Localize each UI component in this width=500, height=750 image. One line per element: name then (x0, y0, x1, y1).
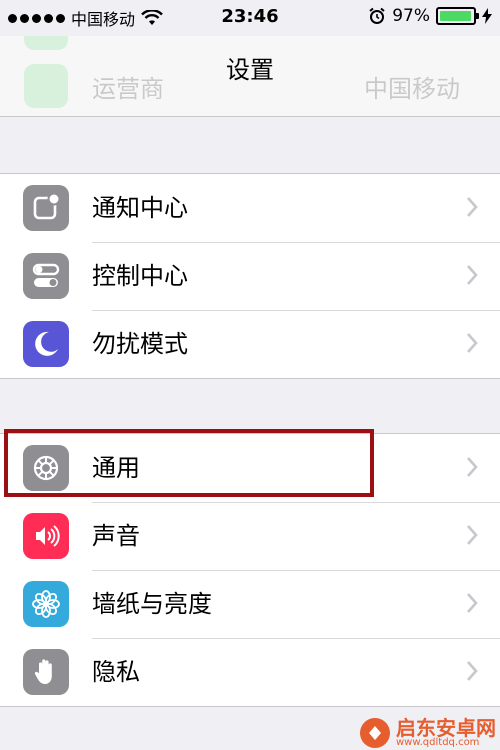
settings-row-control-center[interactable]: 控制中心 (0, 242, 500, 310)
moon-icon (23, 321, 69, 367)
chevron-right-icon (467, 197, 478, 217)
settings-row-label: 勿扰模式 (92, 330, 188, 358)
control-center-icon (23, 253, 69, 299)
settings-row-label: 声音 (92, 522, 140, 550)
settings-row-label: 墙纸与亮度 (92, 590, 212, 618)
speaker-icon (23, 513, 69, 559)
settings-row-wallpaper-brightness[interactable]: 墙纸与亮度 (0, 570, 500, 638)
settings-row-label: 隐私 (92, 658, 140, 686)
settings-row-label: 通知中心 (92, 194, 188, 222)
settings-row-privacy[interactable]: 隐私 (0, 638, 500, 706)
battery-percent: 97% (392, 6, 430, 26)
watermark-logo-icon (360, 718, 390, 748)
ghost-icon-top (24, 36, 68, 50)
chevron-right-icon (467, 661, 478, 681)
status-bar: 中国移动 23:46 97% (0, 0, 500, 36)
notification-center-icon (23, 185, 69, 231)
settings-group-1: 通知中心 控制中心 勿扰模式 (0, 173, 500, 379)
watermark-url: www.qdltdq.com (396, 737, 480, 748)
watermark-text: 启东安卓网 www.qdltdq.com (396, 718, 496, 748)
battery-fill (440, 11, 472, 21)
navigation-bar: 运营商 中国移动 设置 (0, 36, 500, 117)
alarm-icon (369, 7, 385, 24)
settings-row-label: 控制中心 (92, 262, 188, 290)
chevron-right-icon (467, 265, 478, 285)
watermark-title: 启东安卓网 (396, 716, 496, 740)
chevron-right-icon (467, 457, 478, 477)
charging-icon (482, 8, 492, 24)
chevron-right-icon (467, 333, 478, 353)
hand-icon (23, 649, 69, 695)
highlight-box (4, 429, 374, 497)
watermark: 启东安卓网 www.qdltdq.com (360, 718, 496, 748)
flower-icon (23, 581, 69, 627)
battery-icon (436, 7, 479, 25)
chevron-right-icon (467, 525, 478, 545)
chevron-right-icon (467, 593, 478, 613)
status-right: 97% (368, 6, 492, 26)
settings-row-do-not-disturb[interactable]: 勿扰模式 (0, 310, 500, 378)
settings-row-notification-center[interactable]: 通知中心 (0, 174, 500, 242)
settings-row-sounds[interactable]: 声音 (0, 502, 500, 570)
page-title: 设置 (226, 56, 274, 84)
